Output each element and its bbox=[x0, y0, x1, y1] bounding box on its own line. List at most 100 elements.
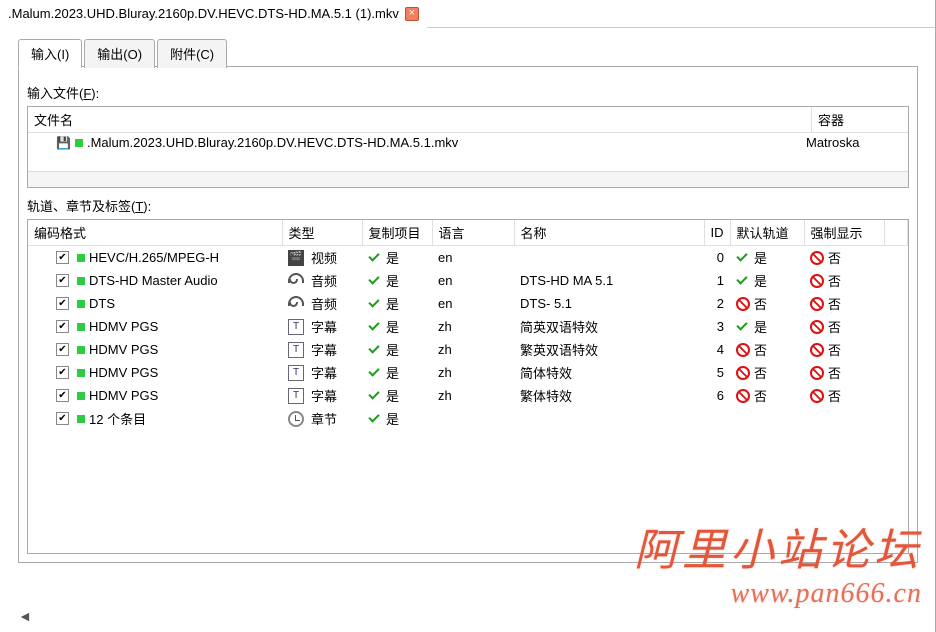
check-icon bbox=[368, 320, 382, 334]
column-container[interactable]: 容器 bbox=[812, 107, 908, 133]
track-lang: zh bbox=[438, 319, 452, 334]
track-row[interactable]: ✔ DTS音频是enDTS- 5.12否否 bbox=[28, 292, 908, 315]
track-id: 3 bbox=[717, 319, 724, 334]
audio-icon bbox=[288, 296, 304, 312]
track-row[interactable]: ✔ HEVC/H.265/MPEG-H🎬视频是en0是否 bbox=[28, 246, 908, 270]
track-row[interactable]: ✔ HDMV PGST字幕是zh繁英双语特效4否否 bbox=[28, 338, 908, 361]
track-checkbox[interactable]: ✔ bbox=[56, 274, 69, 287]
track-checkbox[interactable]: ✔ bbox=[56, 366, 69, 379]
status-icon bbox=[77, 392, 85, 400]
tab-output[interactable]: 输出(O) bbox=[84, 39, 155, 68]
track-type: 字幕 bbox=[311, 340, 337, 359]
track-codec: HDMV PGS bbox=[89, 342, 158, 357]
column-default[interactable]: 默认轨道 bbox=[730, 220, 804, 246]
column-codec[interactable]: 编码格式 bbox=[28, 220, 282, 246]
track-checkbox[interactable]: ✔ bbox=[56, 251, 69, 264]
files-header: 文件名 容器 bbox=[28, 107, 908, 133]
status-icon bbox=[77, 277, 85, 285]
disk-icon: 💾 bbox=[56, 136, 71, 150]
check-icon bbox=[736, 274, 750, 288]
input-files-list[interactable]: 文件名 容器 💾 .Malum.2023.UHD.Bluray.2160p.DV… bbox=[27, 106, 909, 188]
no-icon bbox=[810, 297, 824, 311]
track-codec: HDMV PGS bbox=[89, 319, 158, 334]
track-type: 音频 bbox=[311, 294, 337, 313]
input-files-label: 输入文件(F): bbox=[27, 83, 909, 102]
column-filename[interactable]: 文件名 bbox=[28, 107, 812, 133]
track-codec: HEVC/H.265/MPEG-H bbox=[89, 250, 219, 265]
track-id: 0 bbox=[717, 250, 724, 265]
subtitle-icon: T bbox=[288, 319, 304, 335]
track-checkbox[interactable]: ✔ bbox=[56, 389, 69, 402]
no-icon bbox=[810, 320, 824, 334]
track-name: DTS-HD MA 5.1 bbox=[520, 273, 613, 288]
tracks-header-row: 编码格式 类型 复制项目 语言 名称 ID 默认轨道 强制显示 bbox=[28, 220, 908, 246]
track-checkbox[interactable]: ✔ bbox=[56, 412, 69, 425]
close-icon[interactable]: × bbox=[405, 7, 419, 21]
track-type: 音频 bbox=[311, 271, 337, 290]
subtitle-icon: T bbox=[288, 342, 304, 358]
track-codec: HDMV PGS bbox=[89, 365, 158, 380]
tab-panel-input: 输入文件(F): 文件名 容器 💾 .Malum.2023.UHD.Bluray… bbox=[18, 66, 918, 563]
track-id: 4 bbox=[717, 342, 724, 357]
tracks-label: 轨道、章节及标签(T): bbox=[27, 196, 909, 215]
document-tab[interactable]: .Malum.2023.UHD.Bluray.2160p.DV.HEVC.DTS… bbox=[0, 0, 427, 28]
track-codec: DTS bbox=[89, 296, 115, 311]
track-name: 简体特效 bbox=[520, 366, 572, 381]
column-copy[interactable]: 复制项目 bbox=[362, 220, 432, 246]
check-icon bbox=[736, 320, 750, 334]
track-name: 繁英双语特效 bbox=[520, 343, 598, 358]
file-name: .Malum.2023.UHD.Bluray.2160p.DV.HEVC.DTS… bbox=[87, 135, 458, 150]
check-icon bbox=[368, 389, 382, 403]
track-row[interactable]: ✔ HDMV PGST字幕是zh简体特效5否否 bbox=[28, 361, 908, 384]
scroll-left-icon[interactable]: ◄ bbox=[18, 608, 32, 624]
check-icon bbox=[368, 366, 382, 380]
column-id[interactable]: ID bbox=[704, 220, 730, 246]
no-icon bbox=[736, 297, 750, 311]
document-tab-title: .Malum.2023.UHD.Bluray.2160p.DV.HEVC.DTS… bbox=[8, 6, 399, 21]
document-tabs: .Malum.2023.UHD.Bluray.2160p.DV.HEVC.DTS… bbox=[0, 0, 936, 28]
tracks-list[interactable]: 编码格式 类型 复制项目 语言 名称 ID 默认轨道 强制显示 ✔ HEVC/H… bbox=[27, 219, 909, 554]
file-row[interactable]: 💾 .Malum.2023.UHD.Bluray.2160p.DV.HEVC.D… bbox=[28, 133, 908, 152]
track-type: 字幕 bbox=[311, 386, 337, 405]
no-icon bbox=[810, 343, 824, 357]
status-icon bbox=[77, 415, 85, 423]
status-icon bbox=[77, 254, 85, 262]
check-icon bbox=[736, 251, 750, 265]
column-forced[interactable]: 强制显示 bbox=[804, 220, 884, 246]
no-icon bbox=[810, 366, 824, 380]
check-icon bbox=[368, 297, 382, 311]
track-lang: en bbox=[438, 250, 452, 265]
audio-icon bbox=[288, 273, 304, 289]
track-id: 6 bbox=[717, 388, 724, 403]
status-icon bbox=[77, 346, 85, 354]
track-checkbox[interactable]: ✔ bbox=[56, 320, 69, 333]
track-id: 1 bbox=[717, 273, 724, 288]
track-row[interactable]: ✔ DTS-HD Master Audio音频是enDTS-HD MA 5.11… bbox=[28, 269, 908, 292]
check-icon bbox=[368, 251, 382, 265]
track-checkbox[interactable]: ✔ bbox=[56, 297, 69, 310]
track-lang: zh bbox=[438, 388, 452, 403]
check-icon bbox=[368, 274, 382, 288]
subtitle-icon: T bbox=[288, 365, 304, 381]
subtitle-icon: T bbox=[288, 388, 304, 404]
track-name: 繁体特效 bbox=[520, 389, 572, 404]
track-type: 视频 bbox=[311, 248, 337, 267]
scrollbar-horizontal[interactable] bbox=[28, 171, 908, 187]
page-tabs: 输入(I) 输出(O) 附件(C) bbox=[18, 39, 918, 68]
tab-attach[interactable]: 附件(C) bbox=[157, 39, 227, 68]
column-name[interactable]: 名称 bbox=[514, 220, 704, 246]
status-icon bbox=[77, 323, 85, 331]
track-checkbox[interactable]: ✔ bbox=[56, 343, 69, 356]
no-icon bbox=[810, 251, 824, 265]
column-lang[interactable]: 语言 bbox=[432, 220, 514, 246]
column-type[interactable]: 类型 bbox=[282, 220, 362, 246]
track-row[interactable]: ✔ 12 个条目章节是 bbox=[28, 407, 908, 430]
track-row[interactable]: ✔ HDMV PGST字幕是zh繁体特效6否否 bbox=[28, 384, 908, 407]
track-lang: en bbox=[438, 296, 452, 311]
no-icon bbox=[736, 389, 750, 403]
track-row[interactable]: ✔ HDMV PGST字幕是zh简英双语特效3是否 bbox=[28, 315, 908, 338]
track-lang: zh bbox=[438, 365, 452, 380]
status-icon bbox=[77, 369, 85, 377]
track-codec: 12 个条目 bbox=[89, 409, 146, 428]
tab-input[interactable]: 输入(I) bbox=[18, 39, 82, 68]
